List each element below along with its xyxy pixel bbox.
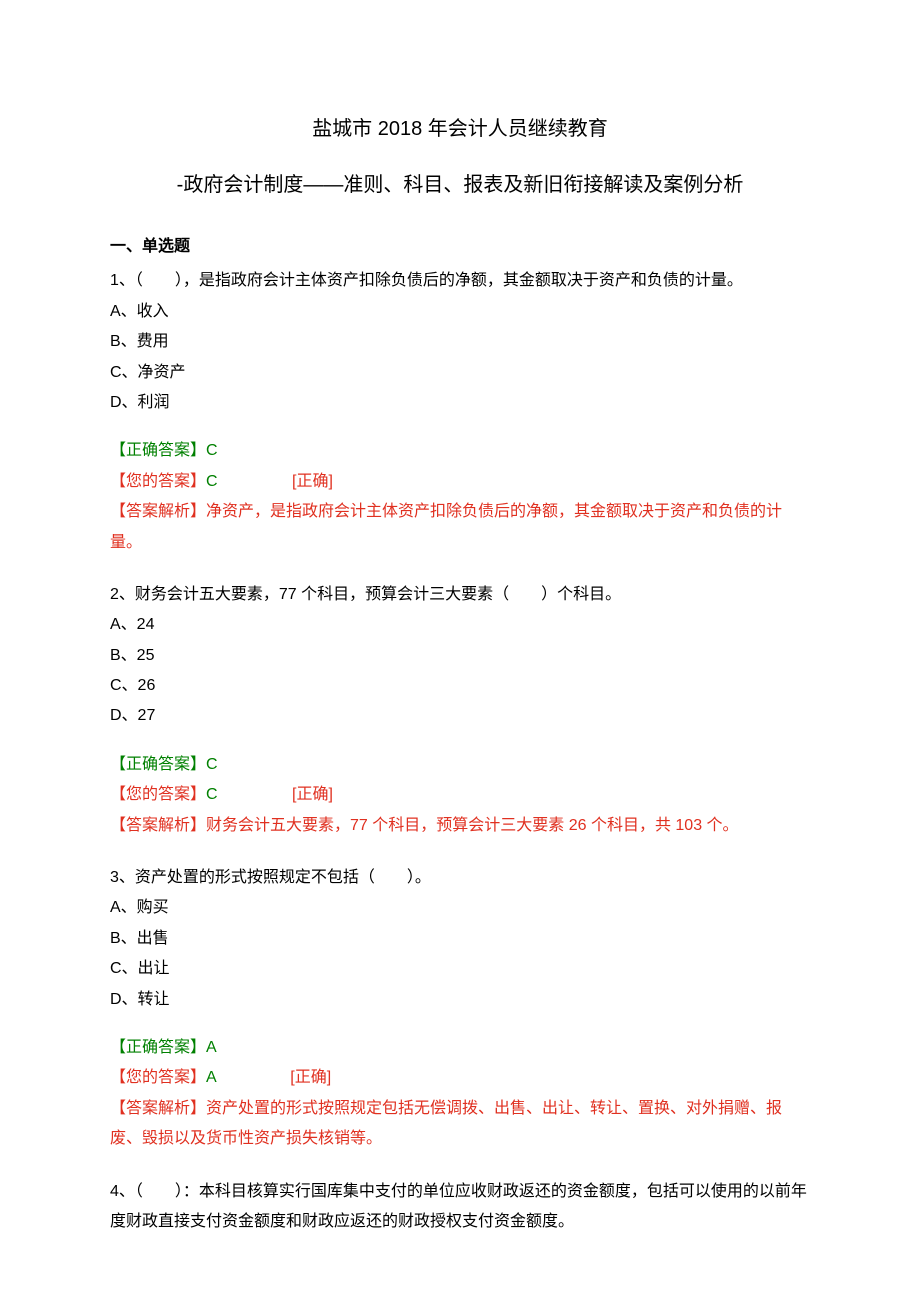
question-3: 3、资产处置的形式按照规定不包括（ ）。 A、购买 B、出售 C、出让 D、转让… [110, 863, 810, 1155]
question-stem: 2、财务会计五大要素，77 个科目，预算会计三大要素（ ）个科目。 [110, 580, 810, 610]
explanation-text: 净资产，是指政府会计主体资产扣除负债后的净额，其金额取决于资产和负债的计量。 [110, 503, 782, 550]
explanation-label: 【答案解析】 [110, 1100, 206, 1117]
your-answer-value: C [206, 786, 218, 803]
question-options: A、购买 B、出售 C、出让 D、转让 [110, 893, 810, 1015]
your-answer-label: 【您的答案】 [110, 786, 206, 803]
correct-answer-line: 【正确答案】A [110, 1033, 810, 1063]
section-header: 一、单选题 [110, 232, 810, 262]
answer-status: [正确] [292, 473, 333, 490]
option-a: A、24 [110, 610, 810, 640]
doc-title-2: -政府会计制度——准则、科目、报表及新旧衔接解读及案例分析 [110, 166, 810, 204]
option-c: C、净资产 [110, 358, 810, 388]
option-c: C、出让 [110, 954, 810, 984]
answer-status: [正确] [292, 786, 333, 803]
explanation-text: 资产处置的形式按照规定包括无偿调拨、出售、出让、转让、置换、对外捐赠、报废、毁损… [110, 1100, 782, 1147]
option-d: D、转让 [110, 985, 810, 1015]
correct-answer-value: A [206, 1039, 217, 1056]
question-stem: 1、（ ），是指政府会计主体资产扣除负债后的净额，其金额取决于资产和负债的计量。 [110, 266, 810, 296]
your-answer-label: 【您的答案】 [110, 1069, 206, 1086]
your-answer-value: C [206, 473, 218, 490]
correct-answer-value: C [206, 442, 218, 459]
option-b: B、费用 [110, 327, 810, 357]
option-b: B、出售 [110, 924, 810, 954]
explanation-text: 财务会计五大要素，77 个科目，预算会计三大要素 26 个科目，共 103 个。 [206, 817, 739, 834]
your-answer-label: 【您的答案】 [110, 473, 206, 490]
question-options: A、24 B、25 C、26 D、27 [110, 610, 810, 732]
explanation-line: 【答案解析】净资产，是指政府会计主体资产扣除负债后的净额，其金额取决于资产和负债… [110, 497, 810, 558]
answer-status: [正确] [290, 1069, 331, 1086]
your-answer-line: 【您的答案】C [正确] [110, 467, 810, 497]
question-1: 1、（ ），是指政府会计主体资产扣除负债后的净额，其金额取决于资产和负债的计量。… [110, 266, 810, 558]
option-d: D、利润 [110, 388, 810, 418]
your-answer-line: 【您的答案】A [正确] [110, 1063, 810, 1093]
explanation-line: 【答案解析】资产处置的形式按照规定包括无偿调拨、出售、出让、转让、置换、对外捐赠… [110, 1094, 810, 1155]
doc-title-1: 盐城市 2018 年会计人员继续教育 [110, 110, 810, 148]
question-2: 2、财务会计五大要素，77 个科目，预算会计三大要素（ ）个科目。 A、24 B… [110, 580, 810, 841]
option-d: D、27 [110, 701, 810, 731]
correct-answer-label: 【正确答案】 [110, 756, 206, 773]
question-stem: 4、（ ）：本科目核算实行国库集中支付的单位应收财政返还的资金额度，包括可以使用… [110, 1177, 810, 1238]
correct-answer-line: 【正确答案】C [110, 436, 810, 466]
option-c: C、26 [110, 671, 810, 701]
question-stem: 3、资产处置的形式按照规定不包括（ ）。 [110, 863, 810, 893]
correct-answer-label: 【正确答案】 [110, 1039, 206, 1056]
question-4: 4、（ ）：本科目核算实行国库集中支付的单位应收财政返还的资金额度，包括可以使用… [110, 1177, 810, 1238]
option-b: B、25 [110, 641, 810, 671]
correct-answer-line: 【正确答案】C [110, 750, 810, 780]
correct-answer-label: 【正确答案】 [110, 442, 206, 459]
explanation-line: 【答案解析】财务会计五大要素，77 个科目，预算会计三大要素 26 个科目，共 … [110, 811, 810, 841]
explanation-label: 【答案解析】 [110, 503, 206, 520]
explanation-label: 【答案解析】 [110, 817, 206, 834]
option-a: A、收入 [110, 297, 810, 327]
option-a: A、购买 [110, 893, 810, 923]
correct-answer-value: C [206, 756, 218, 773]
question-options: A、收入 B、费用 C、净资产 D、利润 [110, 297, 810, 419]
your-answer-value: A [206, 1069, 216, 1086]
your-answer-line: 【您的答案】C [正确] [110, 780, 810, 810]
